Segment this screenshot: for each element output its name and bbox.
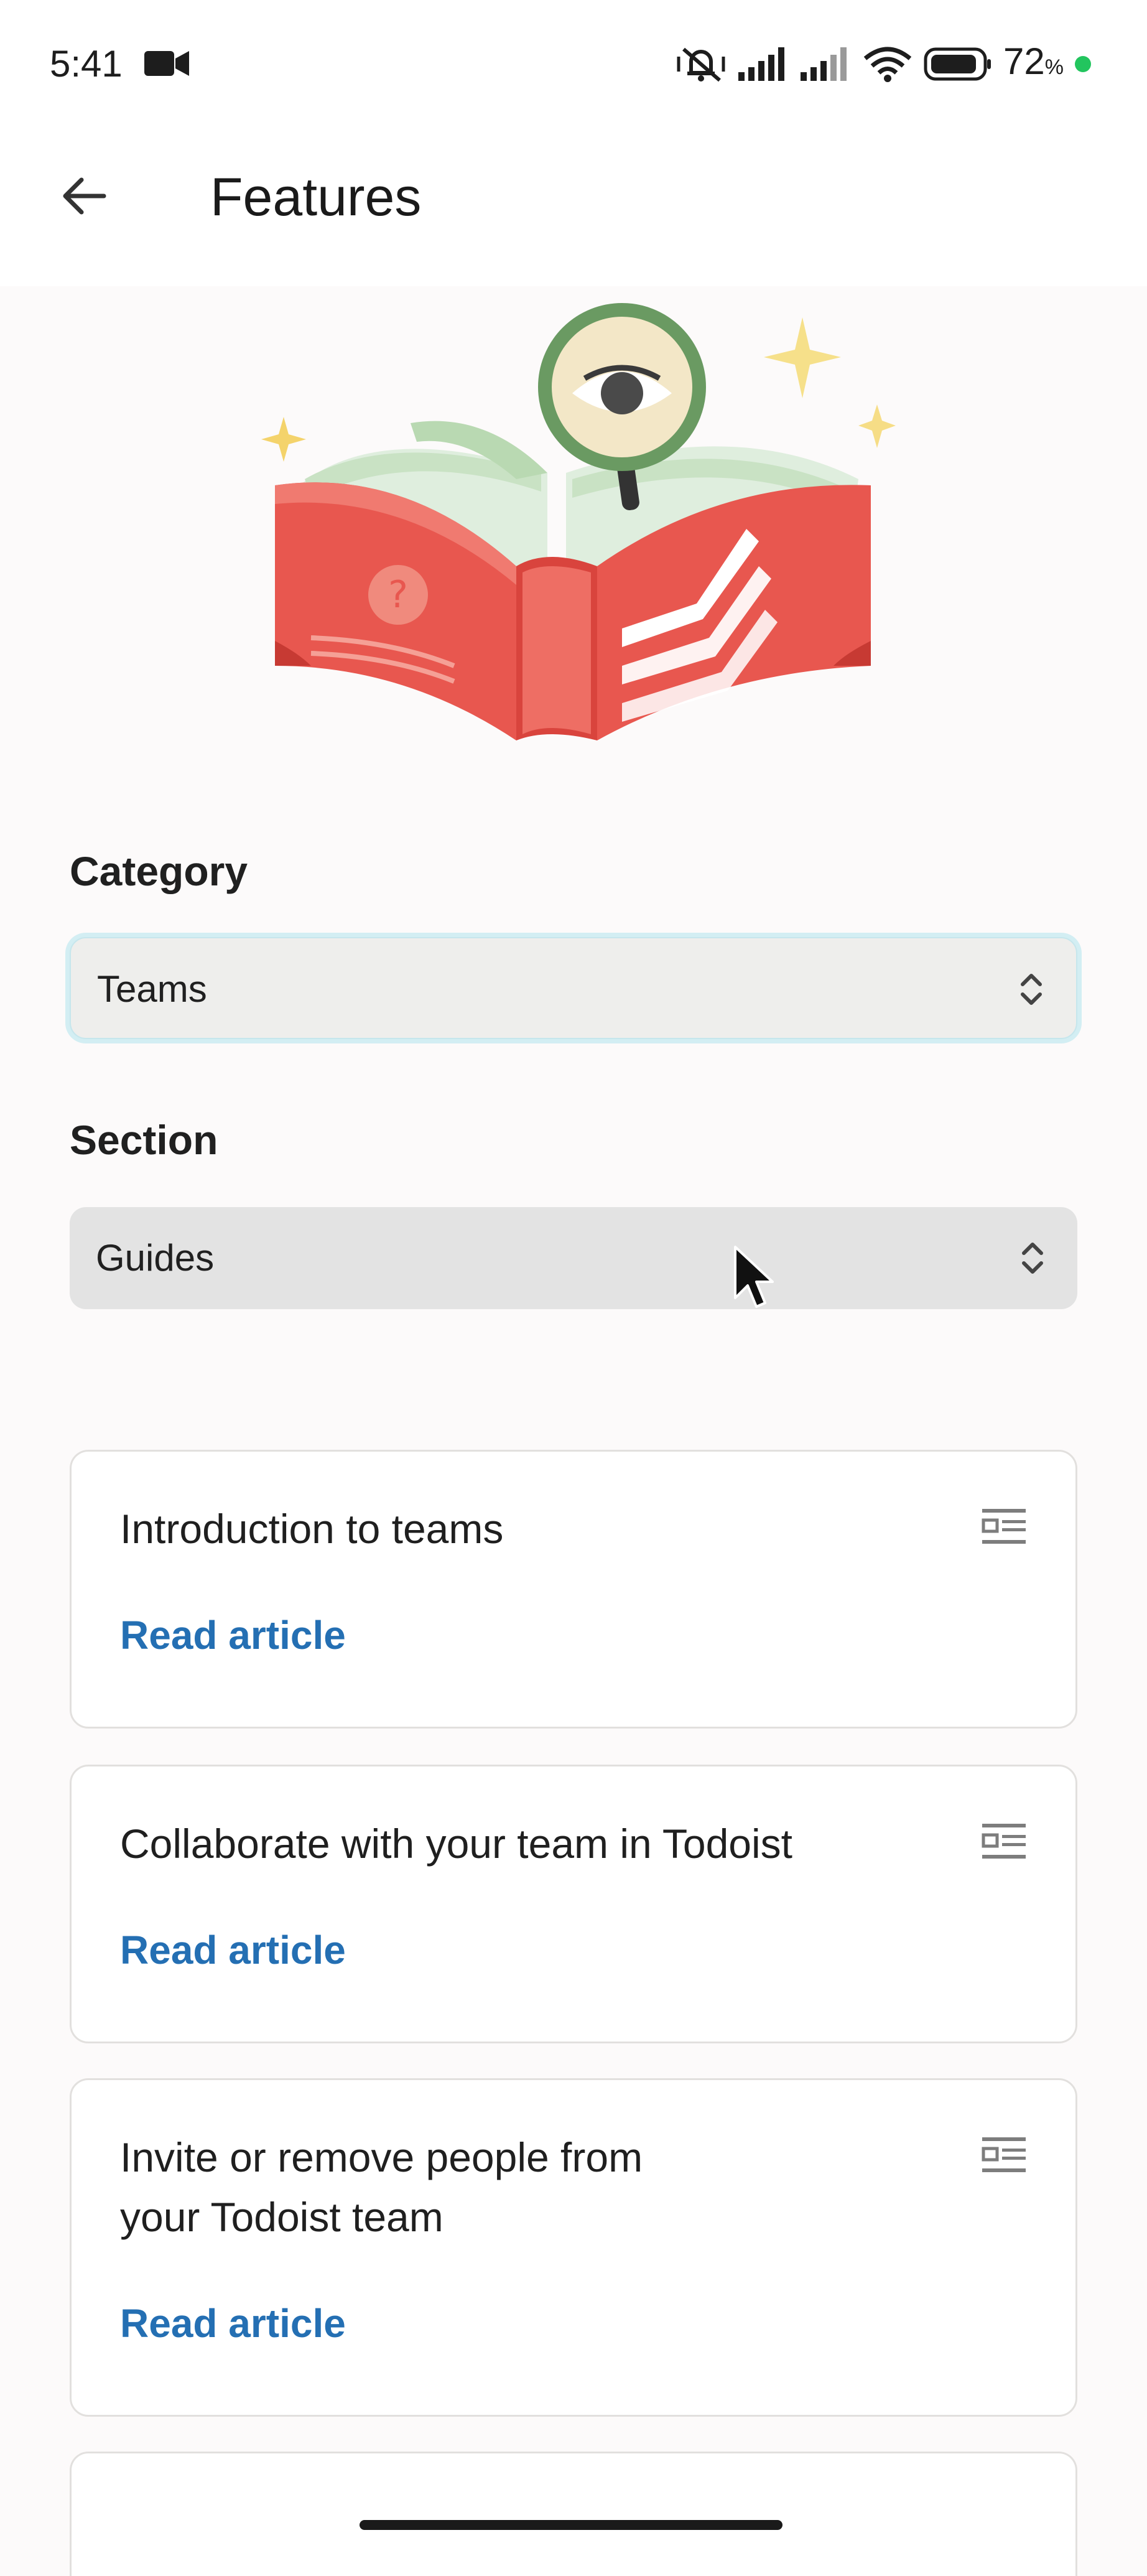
section-value: Guides (96, 1237, 215, 1279)
page-title: Features (210, 167, 422, 227)
arrow-left-icon (63, 177, 106, 215)
signal-icon (738, 47, 785, 81)
section-select[interactable]: Guides (70, 1207, 1077, 1309)
back-button[interactable] (50, 162, 118, 230)
battery-percent: 72% (1003, 40, 1064, 82)
mouse-cursor-icon (734, 1246, 774, 1308)
video-camera-icon (144, 51, 189, 76)
mute-vibrate-icon (677, 47, 725, 82)
article-card[interactable]: Collaborate with your team in Todoist Re… (70, 1765, 1077, 2043)
category-select[interactable]: Teams (70, 937, 1077, 1039)
status-bar: 5:41 72% (0, 0, 1147, 131)
article-icon (982, 1824, 1026, 1859)
wifi-icon (863, 47, 912, 82)
article-title: Collaborate with your team in Todoist (120, 1821, 793, 1867)
article-icon (982, 2137, 1026, 2172)
status-time: 5:41 (50, 43, 123, 85)
read-article-link[interactable]: Read article (120, 2295, 346, 2351)
charging-dot-icon (1075, 56, 1091, 72)
signal-icon (801, 47, 847, 81)
chevron-updown-icon (1021, 974, 1042, 1005)
read-article-link[interactable]: Read article (120, 1607, 346, 1663)
article-title: Invite or remove people from your Todois… (120, 2134, 643, 2240)
app-bar: Features (0, 131, 1147, 286)
article-card[interactable] (70, 2452, 1077, 2576)
read-article-link[interactable]: Read article (120, 1922, 346, 1978)
home-indicator[interactable] (360, 2520, 782, 2530)
section-label: Section (70, 1117, 218, 1163)
article-title: Introduction to teams (120, 1506, 504, 1552)
status-icons: 72% (675, 40, 1091, 86)
category-value: Teams (97, 968, 207, 1010)
svg-text:?: ? (388, 573, 408, 617)
article-card[interactable]: Invite or remove people from your Todois… (70, 2078, 1077, 2417)
article-card[interactable]: Introduction to teams Read article (70, 1450, 1077, 1729)
article-icon (982, 1509, 1026, 1544)
open-book-magnifier-illustration: ? (261, 303, 896, 740)
category-label: Category (70, 848, 248, 894)
chevron-updown-icon (1022, 1243, 1043, 1274)
battery-icon (924, 47, 991, 81)
